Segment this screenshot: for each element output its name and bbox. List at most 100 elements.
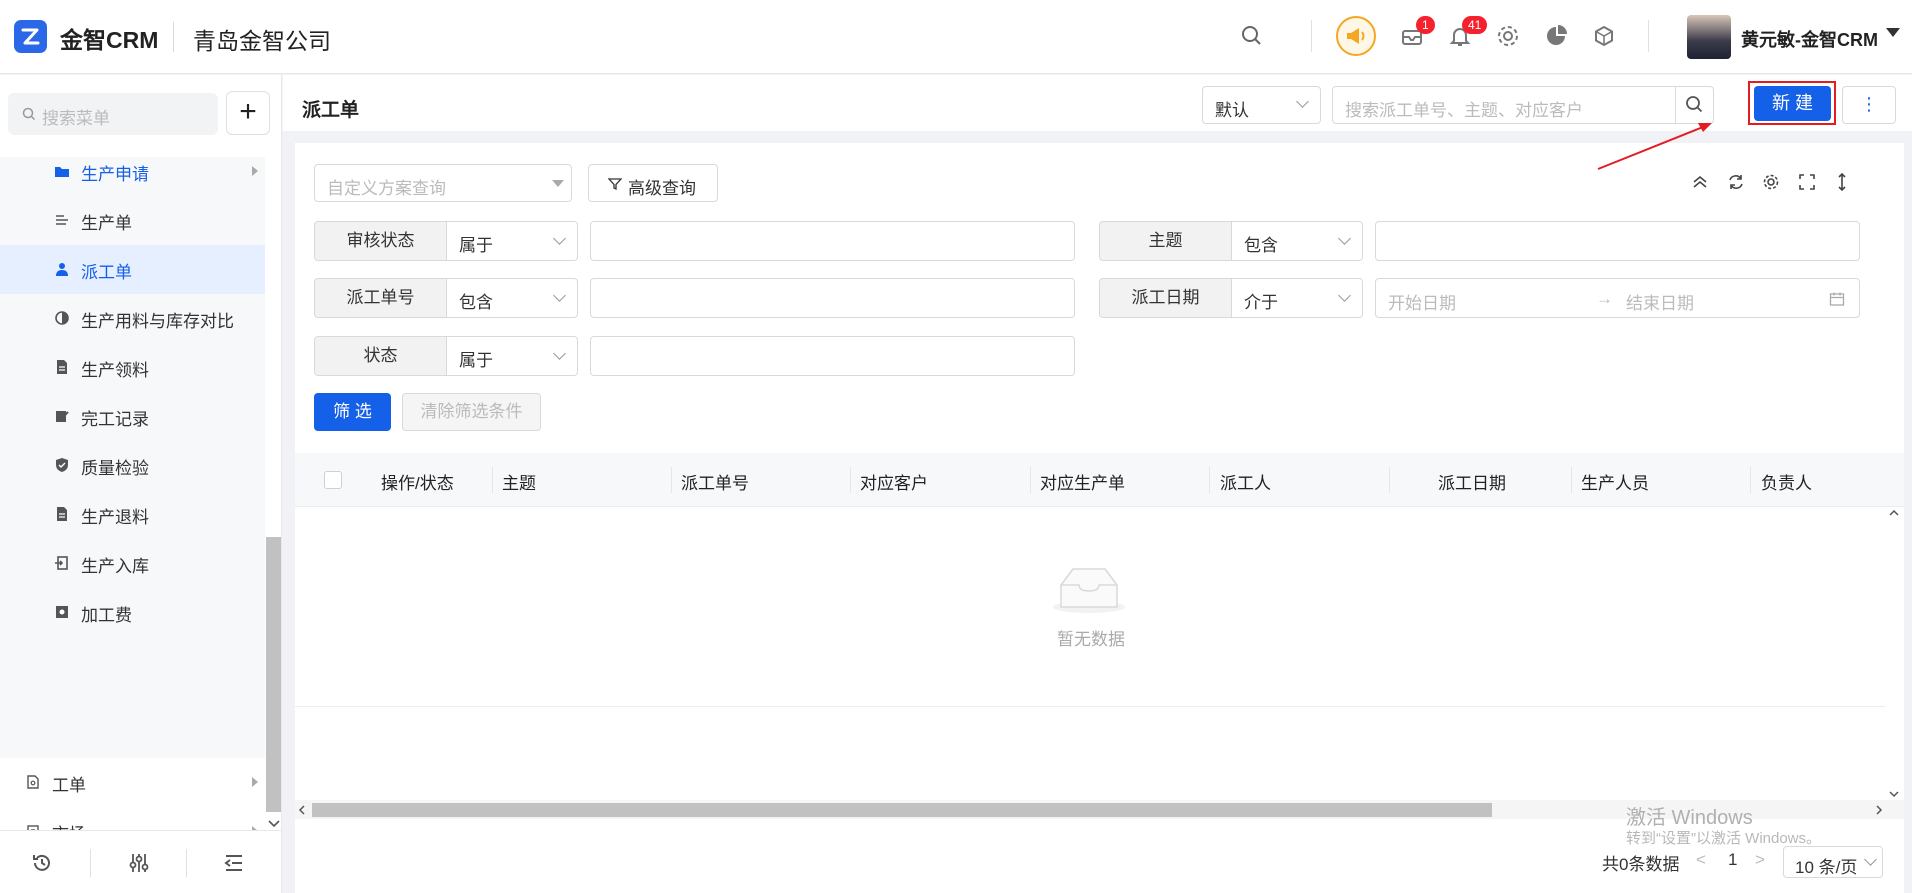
fullscreen-icon[interactable] [1797,172,1817,192]
order-icon [56,215,68,225]
column-header[interactable]: 派工日期 [1438,469,1506,494]
filter-operator-select[interactable]: 属于 [447,336,578,376]
next-page-button[interactable]: > [1755,850,1765,870]
column-header[interactable]: 对应客户 [860,469,928,494]
column-divider[interactable] [1389,467,1390,493]
search-input[interactable]: 搜索派工单号、主题、对应客户 [1332,86,1714,124]
sidebar-item-production-warehousing[interactable]: 生产入库 [0,539,265,588]
divider [173,22,174,52]
filter-operator-select[interactable]: 属于 [447,221,578,261]
chevron-right-icon [252,777,258,787]
page-size-select[interactable]: 10 条/页 [1783,846,1883,878]
end-date-placeholder: 结束日期 [1626,294,1694,313]
column-header[interactable]: 操作/状态 [381,469,454,494]
sidebar-item-production-order[interactable]: 生产单 [0,196,265,245]
column-divider[interactable] [671,467,672,493]
filter-value-input[interactable] [590,336,1075,376]
collapse-menu-icon[interactable] [222,851,246,875]
column-divider[interactable] [492,467,493,493]
view-select-value: 默认 [1215,101,1249,120]
column-divider[interactable] [1571,467,1572,493]
company-name[interactable]: 青岛金智公司 [193,22,331,56]
search-icon [1686,96,1703,113]
more-button[interactable]: ⋮ [1842,86,1896,124]
divider [1648,20,1649,52]
scroll-left-icon[interactable] [298,805,306,815]
sidebar-item-ticket[interactable]: 工单 [0,758,265,807]
menu-search-input[interactable]: 搜索菜单 [8,93,218,135]
column-divider[interactable] [1030,467,1031,493]
cube-icon[interactable] [1590,22,1618,50]
chevron-down-icon [1338,289,1351,302]
scroll-up-icon[interactable] [1889,509,1899,517]
collapse-icon[interactable] [1690,172,1710,192]
advanced-query-button[interactable]: 高级查询 [588,164,718,202]
date-range-input[interactable]: 开始日期 → 结束日期 [1375,278,1860,318]
filter-value-input[interactable] [590,221,1075,261]
table-vertical-scrollbar[interactable] [1885,507,1904,800]
scrollbar-thumb[interactable] [312,803,1492,817]
logo-icon[interactable] [14,20,47,53]
filter-operator-select[interactable]: 包含 [1232,221,1363,261]
table-header: 操作/状态 主题 派工单号 对应客户 对应生产单 派工人 派工日期 生产人员 负… [295,453,1904,507]
current-page[interactable]: 1 [1728,850,1737,870]
sidebar-item-label: 派工单 [81,263,132,282]
refresh-icon[interactable] [1726,172,1746,192]
sidebar-item-processing-fee[interactable]: 加工费 [0,588,265,637]
chevron-down-icon[interactable] [1886,28,1900,37]
search-placeholder: 搜索派工单号、主题、对应客户 [1345,101,1583,120]
calendar-icon [1829,292,1845,306]
column-header[interactable]: 对应生产单 [1040,469,1125,494]
scroll-right-icon[interactable] [1875,805,1883,815]
column-header[interactable]: 派工单号 [681,469,749,494]
sidebar-item-completion-record[interactable]: 完工记录 [0,392,265,441]
filter-scheme-select[interactable]: 自定义方案查询 [314,164,572,202]
sidebar-item-dispatch-order[interactable]: 派工单 [0,245,265,294]
search-button[interactable] [1675,87,1713,123]
chevron-down-icon [1864,853,1877,866]
filter-operator-select[interactable]: 包含 [447,278,578,318]
column-header[interactable]: 生产人员 [1581,469,1649,494]
sidebar-item-label: 生产用料与库存对比 [81,312,234,331]
filter-value-input[interactable] [590,278,1075,318]
history-icon[interactable] [30,851,54,875]
sidebar-item-label: 生产退料 [81,508,149,527]
add-menu-button[interactable]: + [226,91,270,135]
gear-icon[interactable] [1494,22,1522,50]
clear-filter-button[interactable]: 清除筛选条件 [402,393,541,431]
column-divider[interactable] [1750,467,1751,493]
column-header[interactable]: 负责人 [1761,469,1812,494]
view-select[interactable]: 默认 [1202,86,1321,124]
prev-page-button[interactable]: < [1696,850,1706,870]
row-height-icon[interactable] [1832,172,1852,192]
scroll-down-icon[interactable] [1889,790,1899,798]
search-icon[interactable] [1238,22,1266,50]
sidebar-item-quality-inspection[interactable]: 质量检验 [0,441,265,490]
select-all-checkbox[interactable] [324,471,342,489]
sidebar-footer [0,830,281,893]
filter-operator-select[interactable]: 介于 [1232,278,1363,318]
column-divider[interactable] [850,467,851,493]
sidebar-item-material-return[interactable]: 生产退料 [0,490,265,539]
avatar[interactable] [1687,15,1731,59]
announcement-icon[interactable] [1336,16,1376,56]
scroll-down-icon[interactable] [268,817,280,831]
filter-value-input[interactable] [1375,221,1860,261]
sidebar-item-material-stock-compare[interactable]: 生产用料与库存对比 [0,294,265,343]
column-header[interactable]: 派工人 [1220,469,1271,494]
sidebar-item-material-picking[interactable]: 生产领料 [0,343,265,392]
sidebar-item-label: 生产领料 [81,361,149,380]
sliders-icon[interactable] [127,851,151,875]
sidebar-item-label: 完工记录 [81,410,149,429]
filter-button[interactable]: 筛 选 [314,393,391,431]
user-name[interactable]: 黄元敏-金智CRM [1741,26,1878,52]
column-divider[interactable] [1209,467,1210,493]
document-icon [57,507,67,521]
settings-icon[interactable] [1761,172,1781,192]
shield-icon [56,458,68,472]
sidebar-scrollbar[interactable] [266,537,281,812]
sidebar-item-production-request[interactable]: 生产申请 [0,147,265,196]
new-button[interactable]: 新 建 [1754,86,1831,121]
pie-chart-icon[interactable] [1542,22,1570,50]
column-header[interactable]: 主题 [502,469,536,494]
